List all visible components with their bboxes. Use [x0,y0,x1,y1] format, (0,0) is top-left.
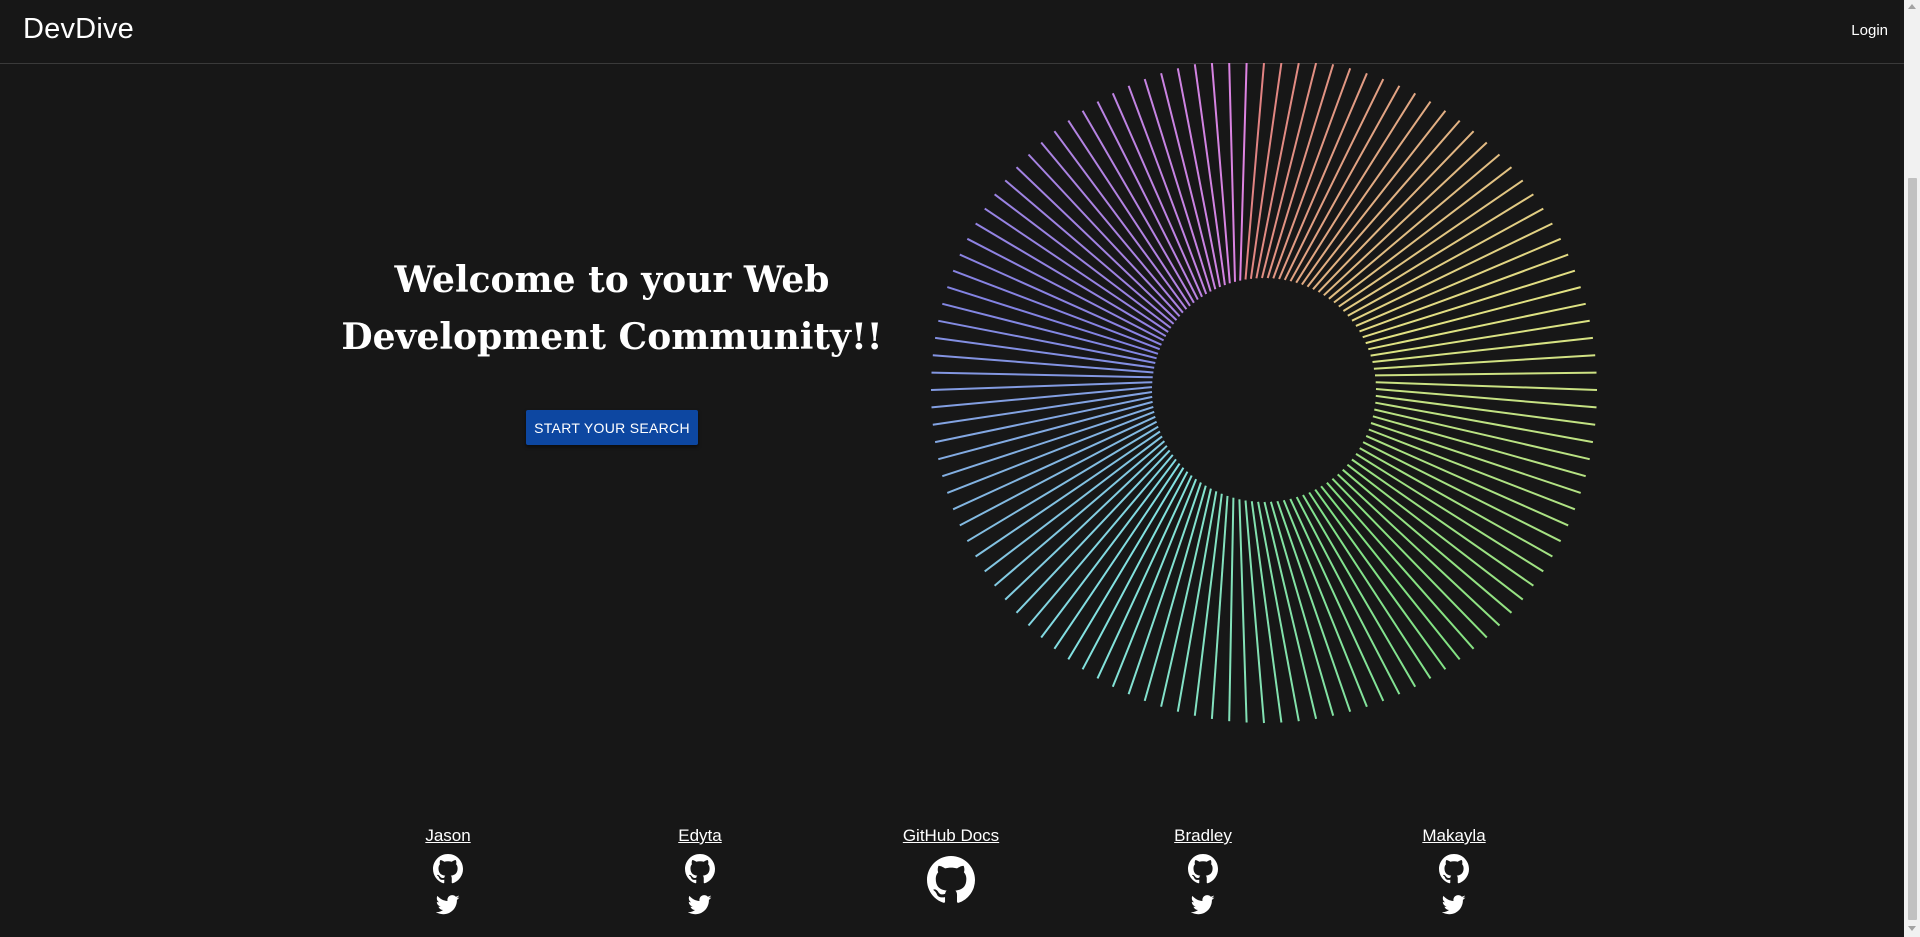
spiral-line [1359,447,1553,558]
footer-link-makayla[interactable]: Makayla [1394,826,1514,846]
spiral-line [1365,286,1581,345]
spiral-line [1269,501,1335,716]
spiral-line [1176,491,1218,712]
spiral-line [1342,468,1513,614]
twitter-icon[interactable] [1191,894,1215,916]
spiral-line [1257,501,1300,722]
footer-item-jason: Jason [388,826,508,916]
twitter-icon[interactable] [1442,894,1466,916]
spiral-line [1355,237,1562,327]
spiral-line [1015,166,1178,321]
spiral-line [1228,497,1235,722]
spiral-line [1250,501,1283,723]
page: DevDive Login Welcome to your Web Develo… [0,0,1920,937]
spiral-line [1263,501,1318,720]
spiral-line [1282,499,1368,708]
hero-title: Welcome to your Web Development Communit… [330,252,894,366]
spiral-line [1372,415,1586,478]
spiral-line [984,207,1169,333]
spiral-line [1228,63,1236,282]
spiral-line [1040,458,1177,639]
spiral-line [1351,458,1534,587]
spiral-line [1193,493,1223,716]
spiral-line [1160,488,1212,707]
scroll-up-arrow-icon[interactable] [1908,4,1916,9]
spiral-line [1308,491,1432,679]
spiral-line [1346,463,1524,601]
footer-item-github-docs: GitHub Docs [891,826,1011,904]
spiral-line [993,193,1172,329]
spiral-line [975,430,1161,558]
github-icon[interactable] [685,854,715,884]
spiral-line [1278,72,1368,280]
spiral-line [1314,489,1447,670]
hero-title-line-2: Development Community!! [341,316,883,358]
scrollbar-thumb[interactable] [1908,178,1917,920]
spiral-line [1160,73,1217,290]
spiral-line [1375,381,1598,391]
spiral-line [1027,153,1181,317]
spiral-line [1210,495,1229,719]
footer-item-makayla: Makayla [1394,826,1514,916]
spiral-line [1375,388,1597,409]
spiral-line [938,400,1153,461]
spiral-line [1365,434,1569,527]
twitter-icon[interactable] [436,894,460,916]
footer-link-jason[interactable]: Jason [388,826,508,846]
login-link[interactable]: Login [1851,22,1888,39]
spiral-line [1331,478,1488,639]
spiral-line [930,381,1153,391]
spiral-animation [930,63,1598,724]
spiral-line [1320,485,1461,661]
spiral-line [946,410,1155,494]
spiral-line [1244,500,1265,724]
spiral-line [1337,473,1501,627]
spiral-line [1261,63,1318,279]
spiral-line [1015,449,1171,614]
brand-logo[interactable]: DevDive [23,13,134,46]
spiral-line [1239,63,1248,281]
footer-item-edyta: Edyta [640,826,760,916]
twitter-icon[interactable] [688,894,712,916]
footer-link-bradley[interactable]: Bradley [1143,826,1263,846]
spiral-line [952,269,1161,351]
github-icon[interactable] [927,856,975,904]
footer-link-edyta[interactable]: Edyta [640,826,760,846]
footer-item-bradley: Bradley [1143,826,1263,916]
scroll-down-arrow-icon[interactable] [1908,926,1916,931]
github-icon[interactable] [1439,854,1469,884]
spiral-line [1283,78,1385,281]
spiral-line [1375,394,1596,426]
spiral-line [1374,371,1597,377]
spiral-line [1295,496,1401,695]
github-icon[interactable] [433,854,463,884]
footer-link-github-docs[interactable]: GitHub Docs [891,826,1011,846]
hero-title-line-1: Welcome to your Web [394,259,830,301]
navbar: DevDive Login [0,0,1904,64]
spiral-line [931,371,1153,379]
github-icon[interactable] [1188,854,1218,884]
start-search-button[interactable]: START YOUR SEARCH [526,410,698,445]
spiral-line [1238,499,1248,723]
